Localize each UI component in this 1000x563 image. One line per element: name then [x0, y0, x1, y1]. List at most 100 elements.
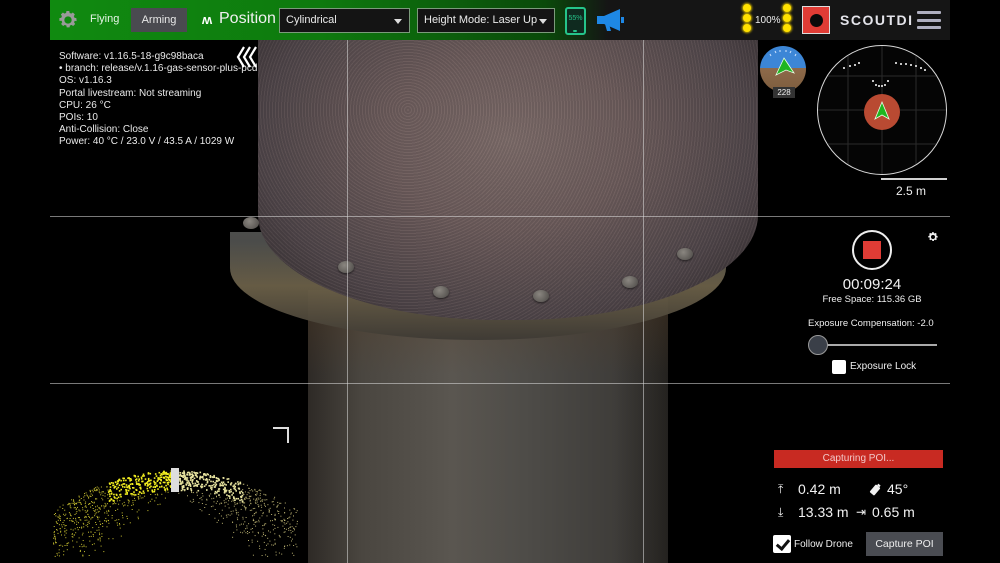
camera-settings-gear-icon[interactable] [927, 231, 939, 243]
capture-poi-button[interactable]: Capture POI [866, 532, 943, 556]
coordinate-system-select[interactable]: Cylindrical [279, 8, 410, 33]
point-cloud-point [255, 503, 257, 504]
point-cloud-point [108, 493, 111, 495]
point-cloud-point [86, 510, 88, 512]
point-cloud-point [279, 536, 281, 538]
follow-drone-label[interactable]: Follow Drone [794, 539, 853, 550]
point-cloud-point [224, 486, 226, 489]
point-cloud-point [134, 497, 135, 499]
megaphone-icon[interactable] [596, 8, 626, 32]
point-cloud-point [89, 490, 91, 492]
exposure-slider-thumb[interactable] [808, 335, 828, 355]
point-cloud-point [232, 521, 234, 523]
heading-readout: 228 [773, 87, 795, 98]
point-cloud-point [121, 484, 123, 486]
point-cloud-point [234, 503, 236, 505]
exposure-lock-checkbox[interactable] [832, 360, 846, 374]
point-cloud-point [58, 545, 60, 547]
point-cloud-point [123, 523, 125, 525]
point-cloud-point [117, 508, 119, 510]
point-cloud-point [167, 483, 169, 486]
collapse-chevrons-icon[interactable] [236, 45, 260, 69]
exposure-slider-track[interactable] [820, 344, 937, 346]
point-cloud-point [137, 516, 139, 518]
point-cloud-point [60, 519, 61, 521]
exposure-lock-label[interactable]: Exposure Lock [850, 361, 916, 372]
stop-recording-button[interactable] [852, 230, 892, 270]
point-cloud-point [205, 504, 207, 505]
point-cloud-point [68, 512, 70, 514]
point-cloud-point [196, 476, 198, 478]
point-cloud-point [121, 512, 123, 514]
point-cloud-point [223, 491, 226, 493]
point-cloud-point [262, 512, 264, 514]
point-cloud-view[interactable] [50, 410, 300, 558]
point-cloud-point [241, 504, 243, 506]
point-cloud-point [227, 481, 229, 483]
point-cloud-point [228, 495, 231, 498]
point-cloud-point [264, 523, 266, 525]
follow-drone-checkbox[interactable] [773, 535, 791, 553]
point-cloud-point [200, 476, 203, 478]
hamburger-menu-icon[interactable] [917, 11, 941, 29]
point-cloud-point [284, 502, 286, 504]
point-cloud-point [61, 524, 63, 526]
point-cloud-point [210, 488, 213, 491]
radar-obstacle-points [843, 62, 926, 87]
point-cloud-point [274, 496, 276, 498]
chevron-down-icon [394, 19, 402, 24]
record-toggle-button[interactable] [802, 6, 830, 34]
point-cloud-point [122, 479, 125, 482]
point-cloud-point [85, 524, 87, 526]
point-cloud-point [63, 554, 65, 556]
point-cloud-point [206, 498, 208, 500]
point-cloud-point [89, 540, 91, 542]
point-cloud-point [68, 542, 70, 544]
point-cloud-point [84, 503, 86, 505]
point-cloud-point [231, 494, 233, 496]
point-cloud-point [115, 510, 117, 511]
point-cloud-point [135, 479, 137, 481]
point-cloud-point [164, 481, 166, 484]
point-cloud-point [243, 505, 245, 507]
height-mode-select[interactable]: Height Mode: Laser Up [417, 8, 555, 33]
point-cloud-point [108, 500, 111, 502]
point-cloud-point [183, 470, 185, 472]
point-cloud-point [82, 522, 84, 524]
point-cloud-point [294, 534, 296, 536]
point-cloud-point [189, 500, 191, 502]
point-cloud-point [71, 533, 73, 535]
flight-mode-label[interactable]: Position [219, 10, 276, 28]
point-cloud-point [277, 504, 279, 506]
point-cloud-point [243, 523, 244, 525]
proximity-radar[interactable] [817, 45, 947, 175]
point-cloud-point [63, 550, 65, 552]
point-cloud-point [183, 474, 185, 476]
point-cloud-point [84, 515, 86, 517]
settings-gear-icon[interactable] [57, 9, 79, 31]
point-cloud-point [274, 513, 276, 515]
point-cloud-point [257, 504, 259, 506]
point-cloud-point [143, 492, 145, 494]
point-cloud-point [254, 501, 256, 503]
point-cloud-point [239, 524, 241, 526]
point-cloud-point [107, 489, 109, 491]
capturing-poi-status: Capturing POI... [774, 450, 943, 468]
lights-percent[interactable]: 100% [755, 15, 781, 26]
point-cloud-point [277, 501, 279, 503]
point-cloud-point [127, 489, 130, 492]
point-cloud-point [83, 496, 85, 498]
point-cloud-point [186, 481, 188, 483]
point-cloud-point [286, 545, 288, 547]
height-mode-value: Height Mode: Laser Up [424, 14, 538, 26]
point-cloud-point [180, 489, 183, 492]
point-cloud-point [221, 522, 223, 524]
point-cloud-point [237, 497, 239, 500]
point-cloud-point [79, 549, 81, 551]
grid-line-horizontal [50, 216, 950, 217]
point-cloud-point [163, 476, 166, 479]
arming-button[interactable]: Arming [131, 8, 187, 32]
point-cloud-point [65, 532, 67, 534]
point-cloud-point [265, 523, 267, 525]
point-cloud-point [149, 486, 151, 489]
